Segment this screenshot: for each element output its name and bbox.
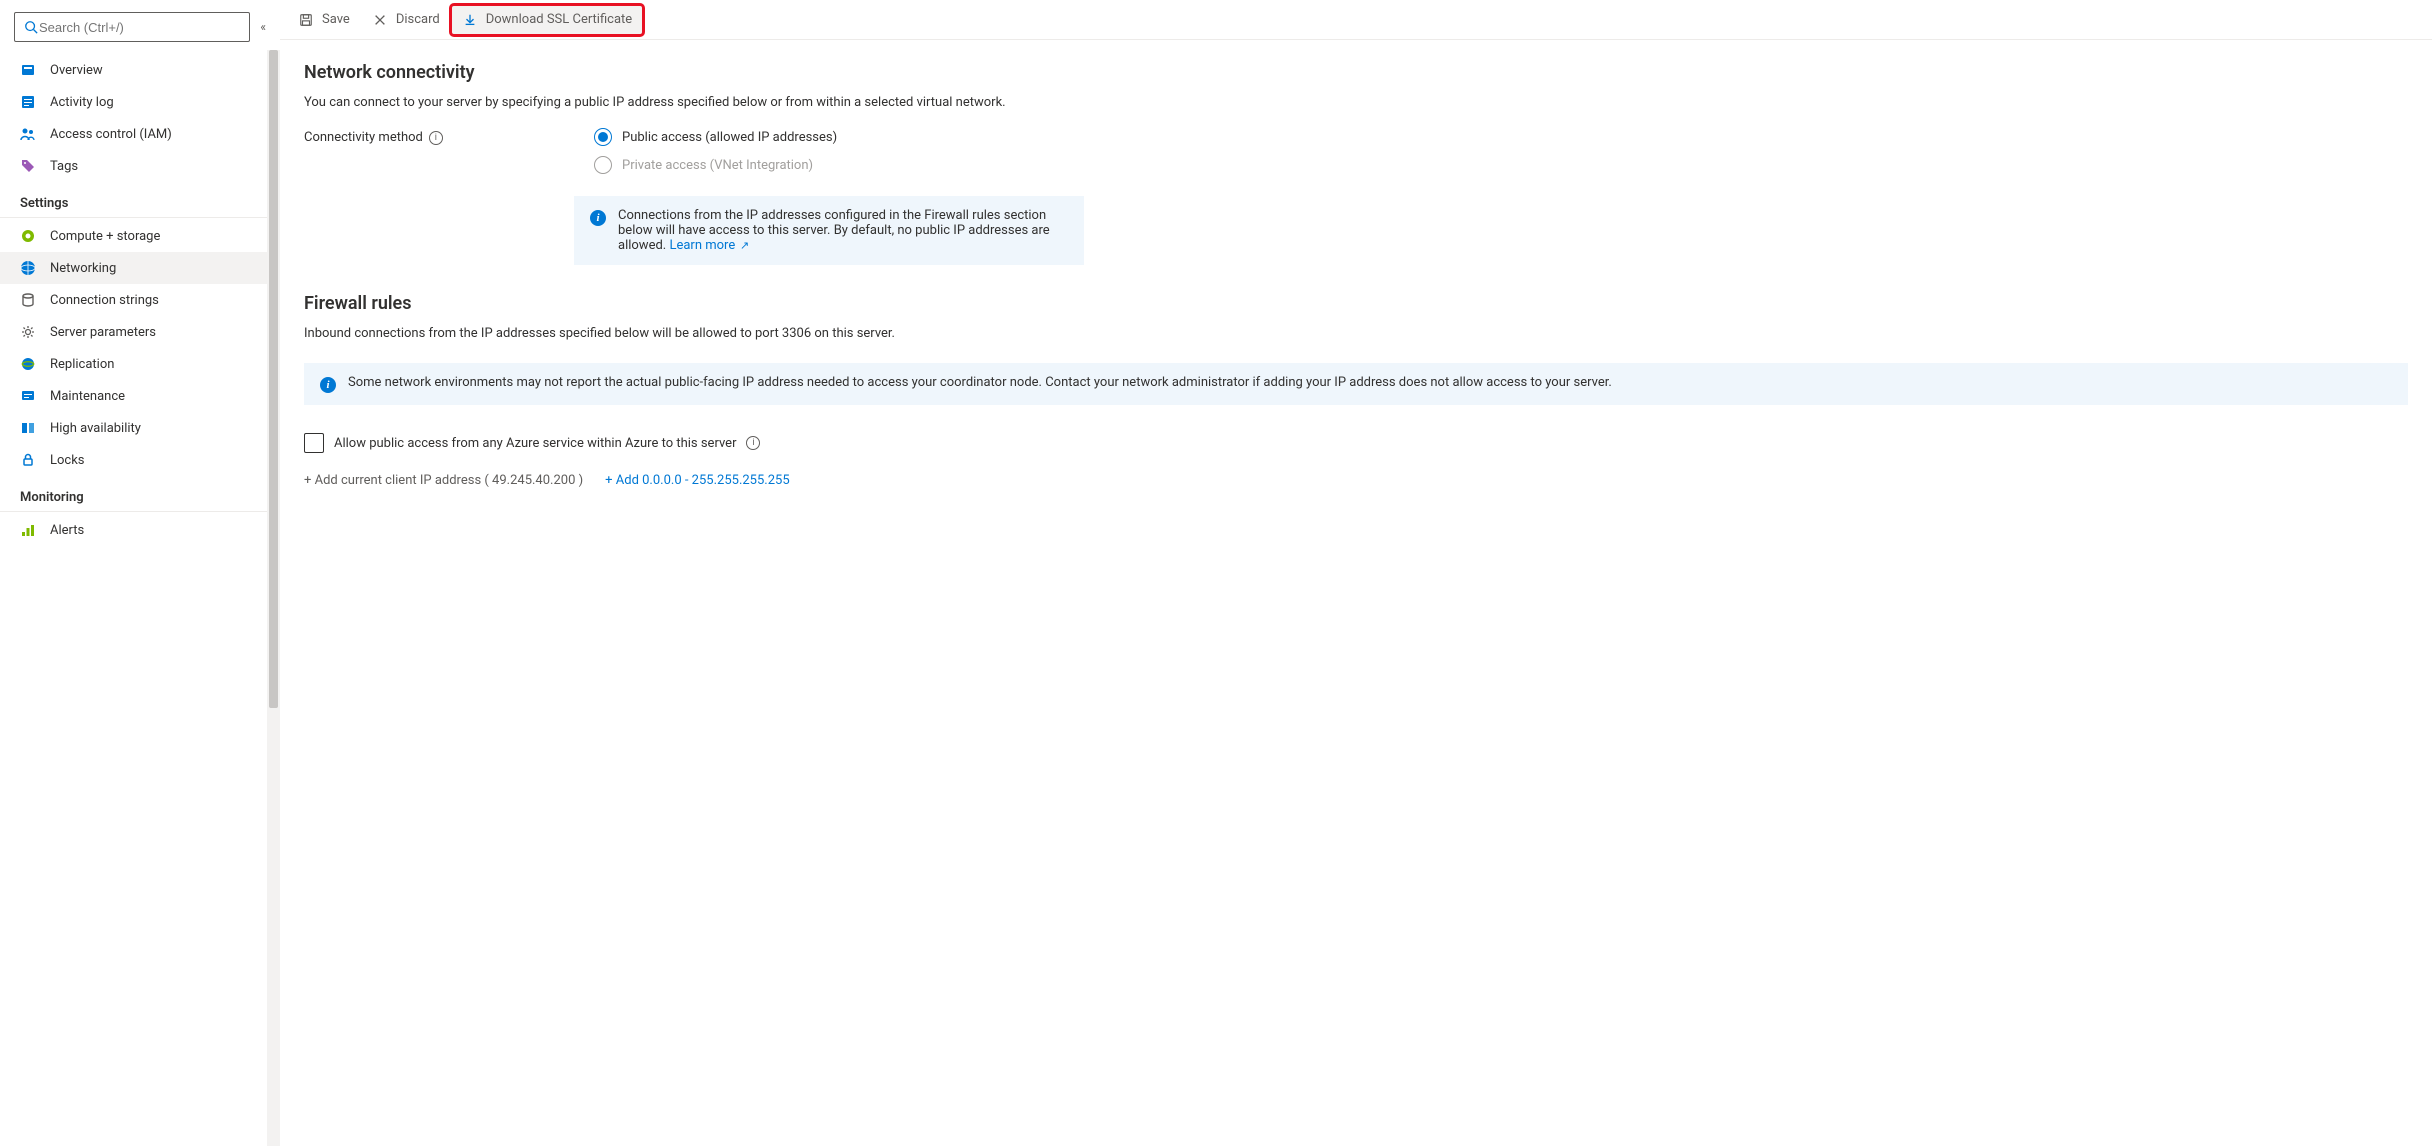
- content: Network connectivity You can connect to …: [280, 40, 2432, 518]
- connectivity-method-label: Connectivity method i: [304, 128, 574, 145]
- save-button[interactable]: Save: [288, 6, 360, 34]
- discard-button[interactable]: Discard: [362, 6, 450, 34]
- high-availability-icon: [20, 420, 36, 436]
- firewall-rules-title: Firewall rules: [304, 293, 2408, 314]
- sidebar-item-label: Tags: [50, 159, 78, 174]
- add-client-ip-button[interactable]: + Add current client IP address ( 49.245…: [304, 473, 583, 488]
- sidebar-item-connection-strings[interactable]: Connection strings: [0, 284, 280, 316]
- checkbox[interactable]: [304, 433, 324, 453]
- sidebar-item-locks[interactable]: Locks: [0, 444, 280, 476]
- learn-more-link[interactable]: Learn more ↗: [669, 238, 749, 253]
- sidebar-item-label: Server parameters: [50, 325, 156, 340]
- checkbox-label: Allow public access from any Azure servi…: [334, 436, 736, 451]
- firewall-rules-desc: Inbound connections from the IP addresse…: [304, 326, 2408, 341]
- sidebar-item-server-parameters[interactable]: Server parameters: [0, 316, 280, 348]
- infobox-network-env: i Some network environments may not repo…: [304, 363, 2408, 405]
- compute-storage-icon: [20, 228, 36, 244]
- iam-icon: [20, 126, 36, 142]
- radio-icon: [594, 156, 612, 174]
- allow-azure-checkbox-row[interactable]: Allow public access from any Azure servi…: [304, 433, 2408, 453]
- scrollbar-thumb[interactable]: [269, 50, 278, 708]
- info-icon[interactable]: i: [429, 131, 443, 145]
- info-icon[interactable]: i: [746, 436, 760, 450]
- sidebar-item-label: Maintenance: [50, 389, 125, 404]
- info-icon: i: [320, 377, 336, 393]
- download-ssl-button[interactable]: Download SSL Certificate: [452, 6, 642, 34]
- sidebar-item-alerts[interactable]: Alerts: [0, 514, 280, 546]
- search-box[interactable]: [14, 12, 250, 42]
- download-ssl-label: Download SSL Certificate: [486, 12, 632, 27]
- add-ip-range-button[interactable]: + Add 0.0.0.0 - 255.255.255.255: [605, 473, 789, 488]
- sidebar-item-label: High availability: [50, 421, 141, 436]
- lock-icon: [20, 452, 36, 468]
- globe-icon: [20, 356, 36, 372]
- collapse-sidebar-icon[interactable]: «: [260, 20, 266, 34]
- sidebar-item-label: Replication: [50, 357, 114, 372]
- sidebar-item-label: Compute + storage: [50, 229, 160, 244]
- tags-icon: [20, 158, 36, 174]
- download-icon: [462, 12, 478, 28]
- sidebar-item-label: Access control (IAM): [50, 127, 172, 142]
- info-icon: i: [590, 210, 606, 226]
- search-input[interactable]: [39, 20, 241, 35]
- network-connectivity-desc: You can connect to your server by specif…: [304, 95, 2408, 110]
- gear-icon: [20, 324, 36, 340]
- sidebar-item-replication[interactable]: Replication: [0, 348, 280, 380]
- sidebar: « Overview Activity log Access control (…: [0, 0, 280, 1146]
- sidebar-item-label: Activity log: [50, 95, 114, 110]
- radio-label: Public access (allowed IP addresses): [622, 130, 837, 145]
- sidebar-item-high-availability[interactable]: High availability: [0, 412, 280, 444]
- network-connectivity-title: Network connectivity: [304, 62, 2408, 83]
- sidebar-item-activity-log[interactable]: Activity log: [0, 86, 280, 118]
- main-panel: Save Discard Download SSL Certificate Ne…: [280, 0, 2432, 1146]
- sidebar-item-label: Networking: [50, 261, 116, 276]
- sidebar-item-iam[interactable]: Access control (IAM): [0, 118, 280, 150]
- sidebar-item-tags[interactable]: Tags: [0, 150, 280, 182]
- networking-icon: [20, 260, 36, 276]
- sidebar-heading-monitoring: Monitoring: [0, 480, 280, 512]
- radio-private-access: Private access (VNet Integration): [594, 156, 837, 174]
- alerts-icon: [20, 522, 36, 538]
- sidebar-item-label: Connection strings: [50, 293, 159, 308]
- external-link-icon: ↗: [737, 239, 749, 252]
- radio-icon: [594, 128, 612, 146]
- sidebar-item-label: Alerts: [50, 523, 84, 538]
- sidebar-item-networking[interactable]: Networking: [0, 252, 280, 284]
- sidebar-item-maintenance[interactable]: Maintenance: [0, 380, 280, 412]
- sidebar-item-label: Overview: [50, 63, 103, 78]
- sidebar-item-overview[interactable]: Overview: [0, 54, 280, 86]
- save-icon: [298, 12, 314, 28]
- discard-icon: [372, 12, 388, 28]
- activity-log-icon: [20, 94, 36, 110]
- connection-strings-icon: [20, 292, 36, 308]
- scrollbar[interactable]: [267, 50, 280, 1146]
- sidebar-item-label: Locks: [50, 453, 85, 468]
- radio-label: Private access (VNet Integration): [622, 158, 813, 173]
- search-icon: [23, 19, 39, 35]
- toolbar: Save Discard Download SSL Certificate: [280, 0, 2432, 40]
- save-label: Save: [322, 12, 350, 27]
- radio-public-access[interactable]: Public access (allowed IP addresses): [594, 128, 837, 146]
- discard-label: Discard: [396, 12, 440, 27]
- sidebar-item-compute-storage[interactable]: Compute + storage: [0, 220, 280, 252]
- maintenance-icon: [20, 388, 36, 404]
- infobox-firewall-access: i Connections from the IP addresses conf…: [574, 196, 1084, 265]
- sidebar-heading-settings: Settings: [0, 186, 280, 218]
- overview-icon: [20, 62, 36, 78]
